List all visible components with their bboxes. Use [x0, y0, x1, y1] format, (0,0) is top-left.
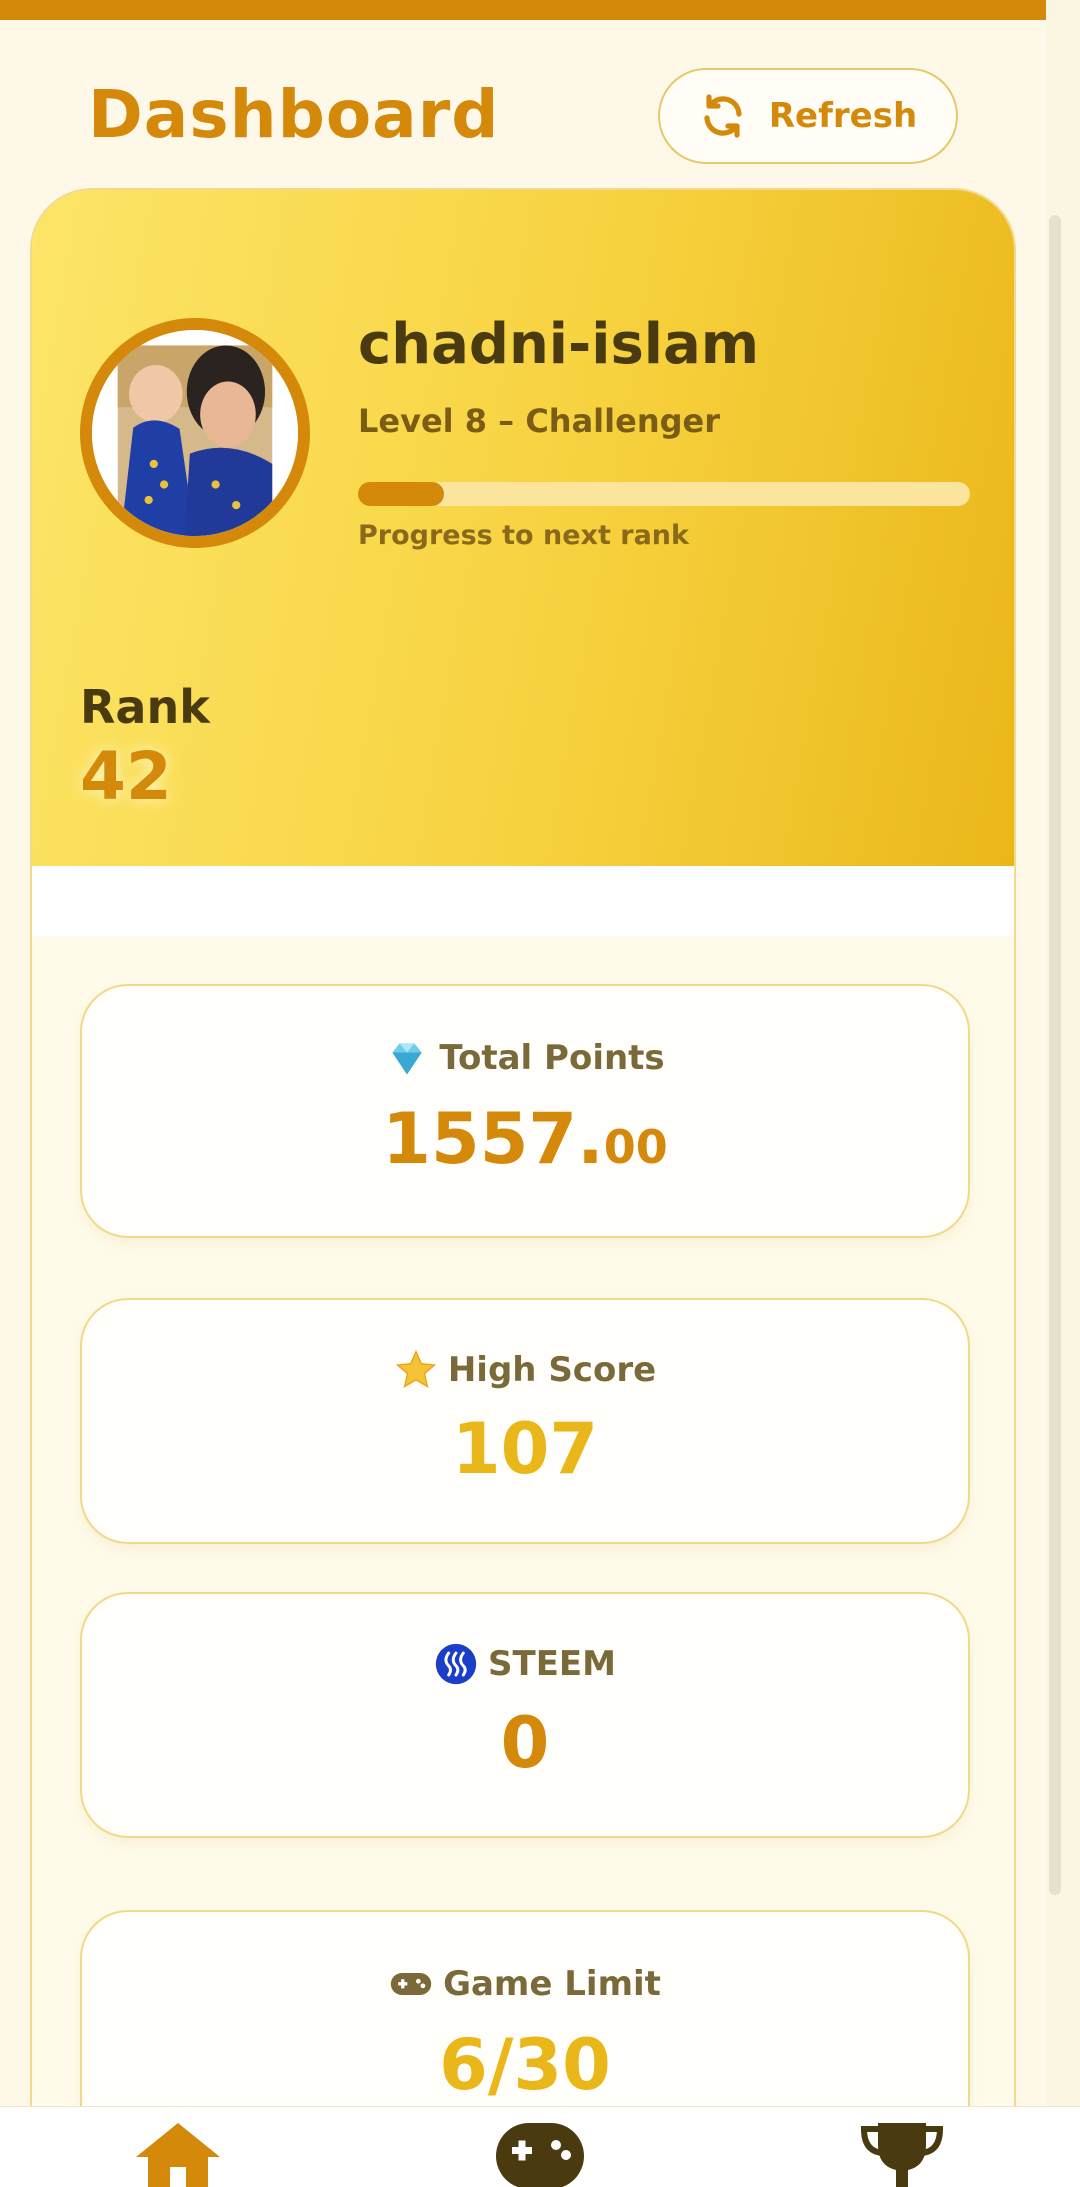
- high-score-value: 107: [451, 1408, 599, 1490]
- total-points-decimal: 00: [603, 1120, 668, 1174]
- game-limit-header: Game Limit: [82, 1962, 968, 2006]
- steem-label: STEEM: [488, 1644, 616, 1684]
- refresh-button[interactable]: Refresh: [658, 68, 958, 164]
- refresh-icon: [704, 94, 742, 138]
- bottom-navigation: [0, 2106, 1080, 2187]
- steem-icon: [435, 1643, 477, 1685]
- rank-label: Rank: [80, 680, 210, 734]
- steem-value: 0: [500, 1702, 550, 1784]
- steem-card: STEEM 0: [80, 1592, 970, 1838]
- diamond-icon: [392, 1043, 422, 1075]
- total-points-header: Total Points: [82, 1036, 968, 1080]
- profile-hero: chadni-islam Level 8 – Challenger Progre…: [32, 190, 1014, 866]
- steem-header: STEEM: [82, 1642, 968, 1686]
- star-icon: [395, 1349, 436, 1389]
- dashboard-card: chadni-islam Level 8 – Challenger Progre…: [30, 188, 1016, 2187]
- total-points-label: Total Points: [439, 1038, 665, 1078]
- game-limit-value: 6/30: [439, 2024, 611, 2106]
- home-icon: [136, 2123, 220, 2187]
- nav-leaderboard[interactable]: [852, 2121, 952, 2187]
- high-score-card: High Score 107: [80, 1298, 970, 1544]
- high-score-label: High Score: [447, 1350, 657, 1390]
- gamepad-icon: [390, 1973, 432, 1995]
- high-score-header: High Score: [82, 1348, 968, 1392]
- nav-home[interactable]: [128, 2121, 228, 2187]
- scrollbar-thumb[interactable]: [1049, 215, 1061, 1895]
- rank-value: 42: [80, 738, 172, 815]
- rank-progress-fill: [358, 482, 444, 506]
- top-accent-bar: [0, 0, 1046, 20]
- nav-games[interactable]: [490, 2121, 590, 2187]
- progress-label: Progress to next rank: [358, 520, 689, 551]
- refresh-label: Refresh: [768, 96, 918, 136]
- hero-divider: [32, 866, 1014, 936]
- total-points-main: 1557.: [382, 1098, 604, 1180]
- trophy-icon: [860, 2123, 944, 2187]
- game-limit-label: Game Limit: [443, 1964, 661, 2004]
- total-points-value: 1557.00: [82, 1098, 968, 1180]
- avatar: [80, 318, 310, 548]
- page-title: Dashboard: [88, 76, 500, 153]
- avatar-photo: [92, 330, 298, 536]
- username: chadni-islam: [358, 312, 760, 377]
- gamepad-icon: [496, 2123, 584, 2187]
- rank-progress-bar: [358, 482, 970, 506]
- total-points-card: Total Points 1557.00: [80, 984, 970, 1238]
- level-text: Level 8 – Challenger: [358, 402, 720, 440]
